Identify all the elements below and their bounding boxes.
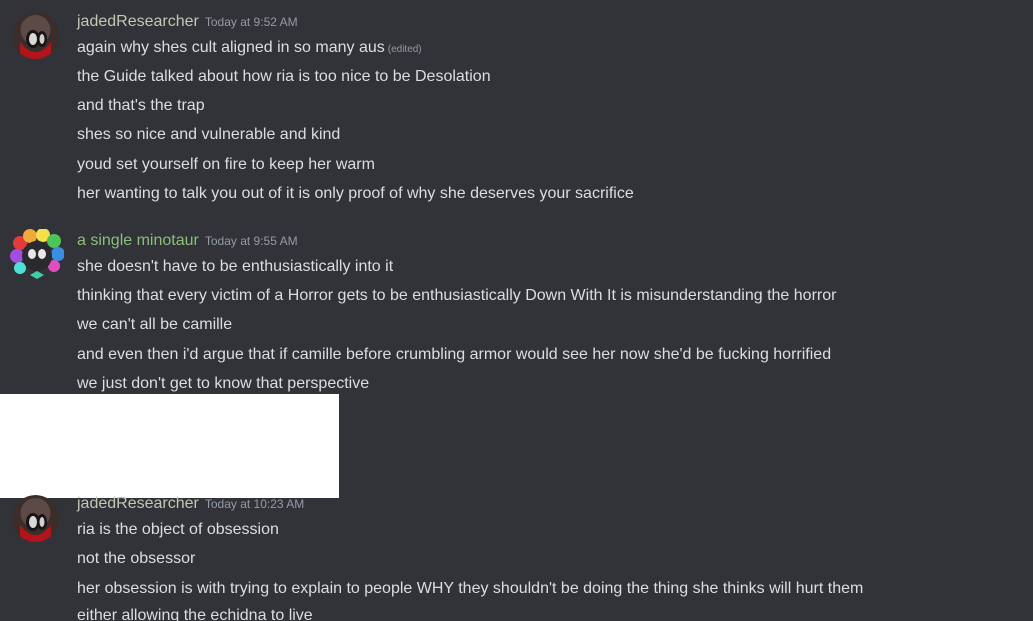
message-line: and that's the trap	[77, 97, 205, 114]
message-header: a single minotaur Today at 9:55 AM	[77, 232, 298, 250]
timestamp[interactable]: Today at 9:52 AM	[205, 15, 298, 29]
avatar[interactable]	[12, 12, 59, 59]
message-line: we can't all be camille	[77, 316, 233, 333]
message-line: the Guide talked about how ria is too ni…	[77, 68, 491, 85]
redaction-block	[0, 394, 339, 498]
message-line: ria is the object of obsession	[77, 521, 279, 538]
message-line: she doesn't have to be enthusiastically …	[77, 258, 394, 275]
message-line: youd set yourself on fire to keep her wa…	[77, 156, 375, 173]
message-line: not the obsessor	[77, 550, 196, 567]
message-header: jadedResearcher Today at 9:52 AM	[77, 13, 298, 31]
message-line: and even then i'd argue that if camille …	[77, 346, 832, 363]
message-line: thinking that every victim of a Horror g…	[77, 287, 837, 304]
message-header: jadedResearcher Today at 10:23 AM	[77, 495, 304, 513]
message-line: either allowing the echidna to live	[77, 607, 313, 621]
username[interactable]: jadedResearcher	[77, 13, 199, 30]
avatar[interactable]	[10, 229, 64, 283]
message-text: again why shes cult aligned in so many a…	[77, 39, 385, 56]
message-line: her obsession is with trying to explain …	[77, 580, 864, 597]
timestamp[interactable]: Today at 9:55 AM	[205, 234, 298, 248]
avatar[interactable]	[12, 495, 59, 542]
message-line: again why shes cult aligned in so many a…	[77, 38, 422, 60]
timestamp[interactable]: Today at 10:23 AM	[205, 497, 304, 511]
username[interactable]: jadedResearcher	[77, 495, 199, 512]
message-line: shes so nice and vulnerable and kind	[77, 126, 341, 143]
message-line: her wanting to talk you out of it is onl…	[77, 185, 634, 202]
username[interactable]: a single minotaur	[77, 232, 199, 249]
message-line: we just don't get to know that perspecti…	[77, 375, 370, 392]
edited-label: (edited)	[387, 44, 422, 55]
